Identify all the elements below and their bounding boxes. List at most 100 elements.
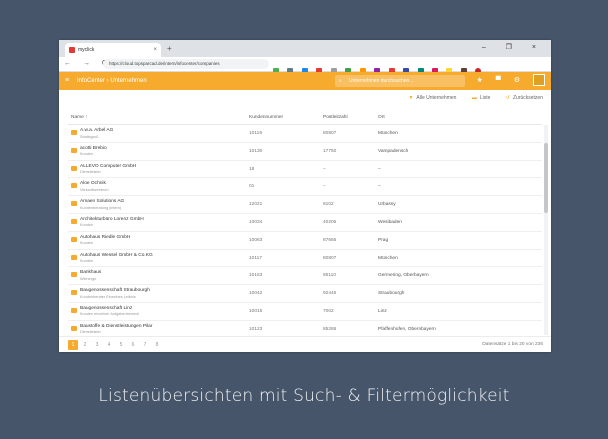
settings-icon[interactable]: ⚙	[514, 77, 533, 84]
menu-icon[interactable]: ≡	[65, 72, 69, 90]
customer-number: 10042	[249, 291, 263, 297]
page-button[interactable]: 3	[92, 340, 102, 350]
table-row[interactable]: Bankhaus Wiehergo 10153 85110 Germering, Obe…	[68, 267, 542, 286]
close-tab-icon[interactable]: ×	[153, 43, 157, 57]
pagination: 12345678	[68, 340, 164, 350]
customer-number: 10015	[249, 308, 263, 314]
column-header-number[interactable]: Kundennummer	[249, 115, 283, 120]
postal-code: 87665	[323, 237, 337, 243]
company-category: Wiehergo	[80, 276, 97, 281]
company-name[interactable]: Autohaus Wessel GmbH & Co.KG	[80, 253, 153, 258]
search-input[interactable]: ⌕ Unternehmen durchsuchen...	[335, 75, 465, 87]
search-icon: ⌕	[339, 78, 342, 84]
folder-icon	[71, 130, 77, 135]
table-row[interactable]: Baugenossenschaft Linz Kunden einzelner A…	[68, 303, 542, 321]
new-tab-button[interactable]: +	[167, 43, 172, 55]
caption: Listenübersichten mit Such- & Filtermögl…	[98, 386, 510, 406]
page-button[interactable]: 6	[128, 340, 138, 350]
list-view-label: Liste	[479, 95, 491, 101]
customer-number: 10123	[249, 326, 263, 332]
company-name[interactable]: A.w.a. Arbel AG	[80, 128, 113, 133]
city: Linz	[378, 308, 387, 314]
folder-icon	[71, 218, 77, 224]
breadcrumb: InfoCenter › Unternehmen	[77, 78, 147, 84]
company-category: Kunden	[80, 259, 94, 264]
folder-icon	[71, 272, 77, 278]
folder-icon	[71, 290, 77, 296]
browser-tab[interactable]: myclick ×	[65, 43, 161, 57]
company-name[interactable]: Baugenossenschaft Linz	[80, 306, 132, 311]
table-body: A.w.a. Arbel AG Stadtsgroß 10119 80807 Münch…	[68, 125, 542, 352]
city: München	[378, 255, 398, 261]
postal-code: –	[323, 166, 326, 172]
customer-number: 12021	[249, 202, 263, 208]
company-name[interactable]: ALLEVO Computer GmbH	[80, 164, 136, 169]
table-row[interactable]: Autohaus Wessel GmbH & Co.KG Kunden 10117 8…	[68, 250, 542, 268]
customer-number: 10034	[249, 219, 263, 225]
search-placeholder: Unternehmen durchsuchen...	[349, 78, 414, 84]
list-actions: ▼ Alle Unternehmen ▬ Liste ↺ Zurücksetzen	[394, 95, 543, 101]
customer-number: 18	[249, 166, 255, 172]
company-name[interactable]: Amaen Solutions AG	[80, 199, 124, 204]
scrollbar[interactable]	[544, 125, 548, 335]
list-view-button[interactable]: ▬ Liste	[472, 95, 491, 101]
table-row[interactable]: Aloe Ochnik Verkaufszentrum 01 – –	[68, 178, 542, 197]
city: –	[378, 184, 381, 190]
column-header-zip[interactable]: Postleitzahl	[323, 115, 348, 120]
page-button[interactable]: 4	[104, 340, 114, 350]
table-row[interactable]: Architekturbüro Lorenz GmbH Kunden 10034 40…	[68, 214, 542, 232]
postal-code: 7002	[323, 308, 334, 314]
filter-all-button[interactable]: ▼ Alle Unternehmen	[408, 95, 456, 101]
company-category: Kunden einzelner Aufgabenbereich	[80, 312, 140, 317]
folder-icon	[71, 165, 77, 171]
company-name[interactable]: acotti Brebio	[80, 146, 107, 151]
company-name[interactable]: Architekturbüro Lorenz GmbH	[80, 217, 144, 222]
table-row[interactable]: acotti Brebio Kunden 10130 17750 Vampadensch	[68, 143, 542, 161]
company-name[interactable]: Aloe Ochnik	[80, 181, 106, 186]
postal-code: 80807	[323, 131, 337, 136]
reset-button[interactable]: ↺ Zurücksetzen	[506, 95, 543, 101]
customer-number: 10130	[249, 148, 263, 154]
postal-code: 92445	[323, 291, 337, 297]
filter-all-label: Alle Unternehmen	[416, 95, 457, 101]
window-controls[interactable]: – ❐ ×	[482, 42, 545, 54]
company-category: Dienstleister	[80, 170, 101, 175]
company-name[interactable]: Autohaus Riedle GmbH	[80, 235, 130, 240]
table-footer: 12345678 Datensätze 1 bis 20 von 236	[59, 336, 551, 352]
address-bar-row: ← → C https://cloud.topsparcad.de/intern…	[59, 57, 551, 74]
company-category: Kunden	[80, 223, 94, 228]
postal-code: 8102	[323, 202, 334, 208]
page-button[interactable]: 8	[152, 340, 162, 350]
page-button[interactable]: 2	[80, 340, 90, 350]
table-row[interactable]: Amaen Solutions AG Kundenberatung (intern…	[68, 196, 542, 214]
star-icon[interactable]: ★	[476, 77, 495, 84]
extension-icons	[273, 61, 485, 74]
table-row[interactable]: ALLEVO Computer GmbH Dienstleister 18 – –	[68, 161, 542, 179]
company-name[interactable]: Baustoffe & Dienstleistungen Pilar	[80, 324, 152, 329]
reset-icon: ↺	[505, 95, 510, 101]
company-category: Kundenberater Einzelnes Leibnis	[80, 294, 136, 299]
browser-tab-bar: myclick × + – ❐ ×	[59, 40, 551, 57]
table-header: Name ↑ Kundennummer Postleitzahl Ort	[68, 112, 542, 125]
customer-number: 10117	[249, 255, 262, 261]
url-field[interactable]: https://cloud.topsparcad.de/intern/infoc…	[103, 59, 269, 69]
page-button[interactable]: 7	[140, 340, 150, 350]
table-row[interactable]: Baugenossenschaft Straubourgh Kundenberat…	[68, 285, 542, 303]
table-row[interactable]: Autohaus Riedle GmbH Kunden 10063 87665 Prag	[68, 232, 542, 250]
column-header-name[interactable]: Name ↑	[71, 115, 88, 120]
folder-icon	[71, 236, 77, 242]
user-icon[interactable]	[533, 74, 545, 87]
customer-number: 10119	[249, 131, 262, 136]
table-row[interactable]: A.w.a. Arbel AG Stadtsgroß 10119 80807 Münch…	[68, 125, 542, 143]
column-header-city[interactable]: Ort	[378, 115, 385, 120]
scrollbar-thumb[interactable]	[544, 143, 548, 213]
postal-code: 40206	[323, 219, 337, 225]
customer-number: 10153	[249, 273, 263, 279]
company-name[interactable]: Bankhaus	[80, 270, 101, 275]
page-button[interactable]: 5	[116, 340, 126, 350]
favicon-icon	[69, 47, 75, 53]
app-header: ≡ InfoCenter › Unternehmen ⌕ Unternehmen…	[59, 72, 551, 90]
messages-icon[interactable]: ▀	[496, 77, 514, 84]
page-button[interactable]: 1	[68, 340, 78, 350]
company-name[interactable]: Baugenossenschaft Straubourgh	[80, 288, 150, 293]
